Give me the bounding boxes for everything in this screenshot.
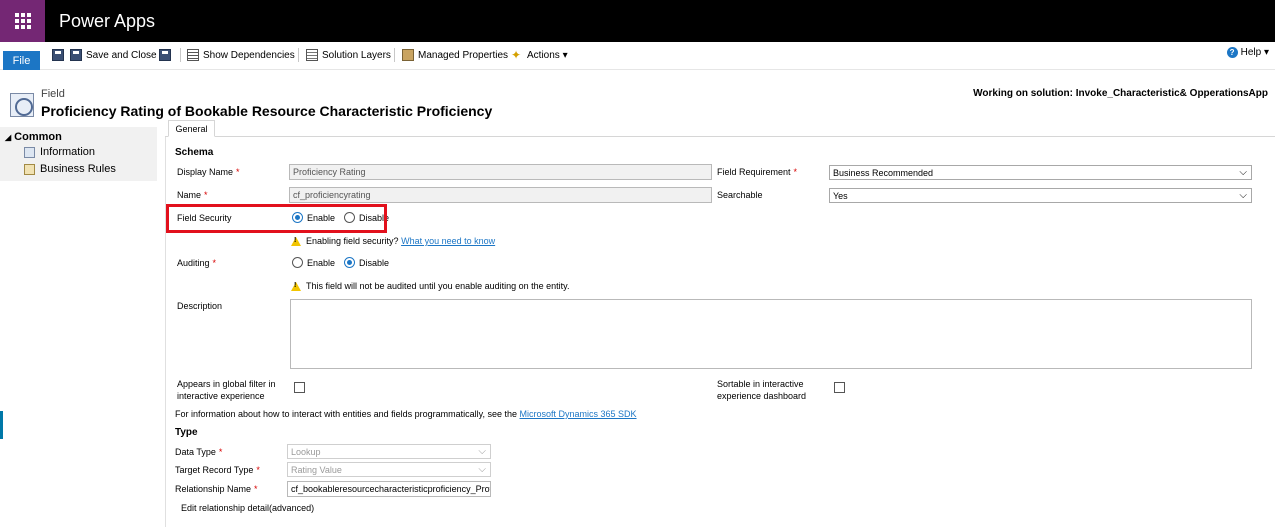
chevron-down-icon: ⌵	[1239, 190, 1247, 201]
nav-group-common[interactable]: ◢ Common	[5, 131, 62, 143]
tab-strip: General	[165, 120, 1275, 137]
managed-properties-label: Managed Properties	[418, 49, 509, 61]
save-button[interactable]	[52, 47, 68, 63]
field-requirement-select[interactable]: Business Recommended ⌵	[829, 165, 1252, 180]
nav-group-label: Common	[14, 131, 62, 143]
auditing-disable-radio[interactable]	[344, 257, 356, 268]
warning-icon	[291, 236, 301, 246]
breadcrumb: Field	[41, 88, 65, 100]
auditing-label: Auditing *	[177, 258, 217, 268]
save-icon	[52, 49, 64, 61]
chevron-down-icon: ⌵	[478, 464, 486, 475]
description-label: Description	[177, 301, 223, 311]
data-type-label: Data Type *	[175, 447, 223, 457]
app-title: Power Apps	[59, 11, 156, 31]
what-you-need-to-know-link[interactable]: What you need to know	[401, 236, 495, 246]
auditing-enable-radio[interactable]	[292, 257, 303, 268]
publish-icon	[159, 49, 171, 61]
page-title: Proficiency Rating of Bookable Resource …	[41, 103, 493, 119]
actions-icon: ✦	[511, 48, 522, 62]
global-filter-checkbox[interactable]	[294, 382, 305, 393]
chevron-down-icon: ⌵	[478, 446, 486, 457]
global-filter-label: Appears in global filter in interactive …	[177, 379, 276, 401]
nav-item-label: Information	[40, 146, 96, 158]
information-icon	[24, 146, 35, 158]
solution-layers-button[interactable]: Solution Layers	[306, 47, 391, 63]
nav-item-business-rules[interactable]: Business Rules	[24, 163, 116, 175]
business-rules-icon	[24, 163, 35, 175]
nav-item-label: Business Rules	[40, 163, 116, 175]
field-security-warning: Enabling field security? What you need t…	[291, 236, 495, 246]
auditing-disable-label: Disable	[359, 257, 390, 268]
nav-item-information[interactable]: Information	[24, 146, 95, 158]
searchable-label: Searchable	[717, 190, 763, 200]
field-requirement-label: Field Requirement *	[717, 167, 798, 177]
show-dependencies-button[interactable]: Show Dependencies	[187, 47, 295, 63]
field-entity-icon	[10, 93, 34, 117]
ribbon-separator	[394, 48, 395, 62]
ribbon-separator	[180, 48, 181, 62]
ribbon-separator	[298, 48, 299, 62]
managed-properties-icon	[402, 49, 414, 61]
file-button[interactable]: File	[3, 51, 40, 70]
tab-general[interactable]: General	[168, 120, 215, 137]
relationship-name-input[interactable]: cf_bookableresourcecharacteristicprofici…	[287, 481, 491, 497]
show-dependencies-label: Show Dependencies	[203, 49, 295, 61]
searchable-select[interactable]: Yes ⌵	[829, 188, 1252, 203]
help-icon: ?	[1226, 47, 1238, 58]
target-record-type-select[interactable]: Rating Value ⌵	[287, 462, 491, 477]
working-solution-label: Working on solution: Invoke_Characterist…	[973, 88, 1268, 99]
help-menu[interactable]: ? Help ▾	[1226, 47, 1269, 58]
waffle-icon	[14, 13, 31, 29]
auditing-enable-label: Enable	[307, 257, 336, 268]
warning-icon	[291, 281, 301, 291]
publish-button[interactable]	[159, 47, 175, 63]
command-ribbon: File Save and Close Show Dependencies So…	[0, 42, 1275, 70]
field-security-highlight-box	[166, 204, 387, 233]
sortable-checkbox[interactable]	[834, 382, 845, 393]
layers-icon	[306, 49, 318, 61]
target-record-type-label: Target Record Type *	[175, 465, 260, 475]
save-close-icon	[70, 49, 82, 61]
edit-relationship-detail[interactable]: Edit relationship detail(advanced)	[181, 503, 314, 513]
save-and-close-button[interactable]: Save and Close	[70, 47, 157, 63]
help-label: Help ▾	[1240, 47, 1269, 58]
description-textarea[interactable]	[290, 299, 1252, 369]
display-name-label: Display Name *	[177, 167, 240, 177]
relationship-name-label: Relationship Name *	[175, 484, 258, 494]
type-heading: Type	[175, 427, 198, 438]
dependencies-icon	[187, 49, 199, 61]
left-navigation: ◢ Common Information Business Rules	[0, 127, 157, 181]
dynamics-sdk-link[interactable]: Microsoft Dynamics 365 SDK	[520, 409, 637, 419]
collapse-triangle-icon: ◢	[5, 133, 12, 142]
app-header: Power Apps	[0, 0, 1275, 42]
actions-menu[interactable]: ✦ Actions ▾	[511, 47, 568, 63]
display-name-input[interactable]: Proficiency Rating	[289, 164, 712, 180]
chevron-down-icon: ⌵	[1239, 167, 1247, 178]
name-label: Name *	[177, 190, 208, 200]
auditing-warning: This field will not be audited until you…	[291, 281, 570, 291]
save-and-close-label: Save and Close	[86, 49, 157, 61]
name-input[interactable]: cf_proficiencyrating	[289, 187, 712, 203]
app-launcher-button[interactable]	[0, 0, 45, 42]
sdk-info-text: For information about how to interact wi…	[175, 409, 637, 419]
actions-label: Actions ▾	[527, 49, 568, 61]
left-edge-accent	[0, 411, 3, 439]
auditing-options: Enable Disable	[292, 257, 389, 268]
data-type-select[interactable]: Lookup ⌵	[287, 444, 491, 459]
managed-properties-button[interactable]: Managed Properties	[402, 47, 508, 63]
solution-layers-label: Solution Layers	[322, 49, 391, 61]
schema-heading: Schema	[175, 147, 214, 158]
sortable-label: Sortable in interactive experience dashb…	[717, 379, 807, 401]
